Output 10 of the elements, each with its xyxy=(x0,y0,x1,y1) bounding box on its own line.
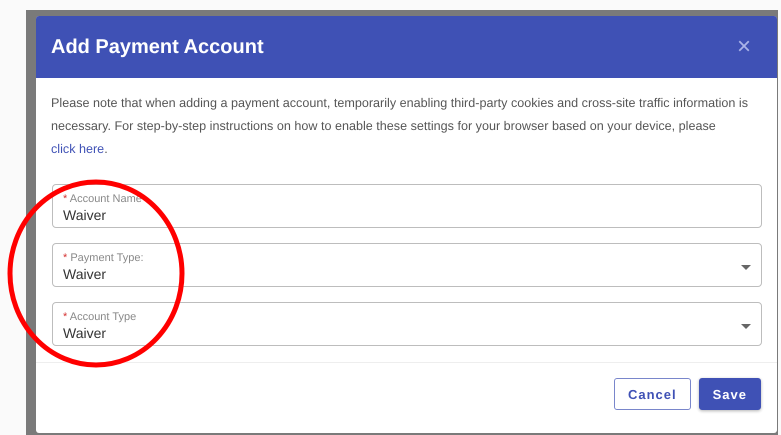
select-field[interactable]: * Account Type Waiver xyxy=(52,302,762,346)
caret-icon xyxy=(741,324,751,328)
notice-text: Please note that when adding a payment account, temporarily enabling third-party cookies and cross-site traffic information is necessary. For step-by-step instructions on how to enable these settings for your browser based on your device, please click here. xyxy=(51,95,749,158)
select-field[interactable]: * Payment Type: Waiver xyxy=(52,243,762,287)
click-here-link[interactable]: click here xyxy=(51,142,104,156)
dialog-title: Add Payment Account xyxy=(51,36,264,58)
caret-icon xyxy=(741,264,751,270)
input-field[interactable]: * Account Name Waiver xyxy=(52,184,762,228)
cancel-button[interactable]: Cancel xyxy=(614,378,691,410)
save-button[interactable]: Save xyxy=(698,378,761,410)
